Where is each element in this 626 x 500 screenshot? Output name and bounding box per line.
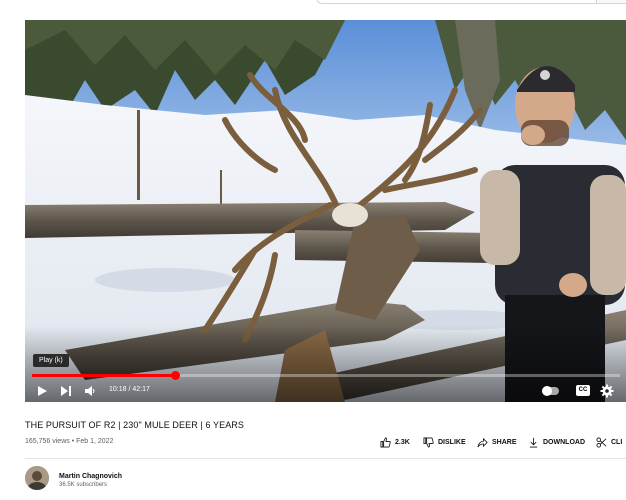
youtube-watch-page: Play (k) 10:18 / 42:17 CC THE PURSUIT OF… [0, 0, 626, 500]
video-frame [25, 20, 626, 402]
clip-label: CLI [611, 439, 623, 446]
progress-fill [32, 374, 175, 377]
next-icon[interactable] [59, 384, 73, 398]
search-input[interactable] [316, 0, 600, 4]
thumbs-up-icon [380, 437, 391, 448]
search-button[interactable] [596, 0, 626, 4]
autoplay-toggle-knob [542, 386, 552, 396]
subtitles-icon[interactable]: CC [576, 385, 590, 396]
volume-icon[interactable] [83, 384, 97, 398]
progress-bar[interactable] [32, 371, 620, 380]
settings-gear-icon[interactable] [600, 384, 614, 398]
like-button[interactable]: 2.3K [380, 437, 410, 448]
autoplay-toggle-icon[interactable] [542, 386, 559, 396]
like-count: 2.3K [395, 439, 410, 446]
channel-name[interactable]: Martin Chagnovich [59, 473, 122, 480]
avatar-image [25, 466, 49, 490]
share-label: SHARE [492, 439, 517, 446]
thumbs-down-icon [423, 437, 434, 448]
time-display: 10:18 / 42:17 [109, 386, 150, 393]
video-player[interactable]: Play (k) 10:18 / 42:17 CC [25, 20, 626, 402]
play-icon[interactable] [35, 384, 49, 398]
divider [25, 458, 626, 459]
download-label: DOWNLOAD [543, 439, 585, 446]
share-icon [477, 437, 488, 448]
subscriber-count: 36.5K subscribers [59, 482, 108, 488]
download-icon [529, 437, 538, 448]
dislike-button[interactable]: DISLIKE [423, 437, 466, 448]
dislike-label: DISLIKE [438, 439, 466, 446]
channel-avatar[interactable] [25, 466, 49, 490]
clip-button[interactable]: CLI [596, 437, 622, 448]
download-button[interactable]: DOWNLOAD [528, 437, 585, 448]
video-meta: 165,756 views • Feb 1, 2022 [25, 438, 114, 445]
player-controls: 10:18 / 42:17 CC [25, 380, 626, 402]
progress-scrubber[interactable] [170, 371, 180, 380]
share-button[interactable]: SHARE [477, 437, 517, 448]
scissors-icon [596, 437, 607, 448]
play-tooltip: Play (k) [33, 354, 69, 367]
video-title: THE PURSUIT OF R2 | 230" MULE DEER | 6 Y… [25, 420, 244, 430]
